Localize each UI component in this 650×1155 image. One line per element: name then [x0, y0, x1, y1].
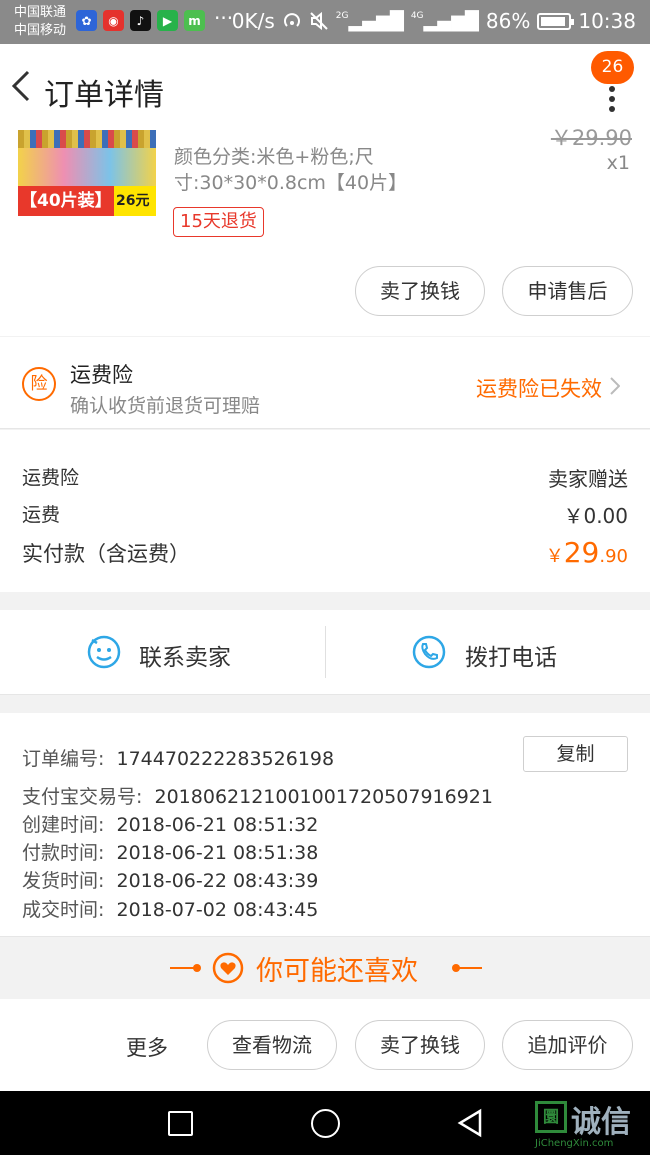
- order-info: 订单编号: 174470222283526198 复制 支付宝交易号: 2018…: [0, 713, 650, 937]
- app-header: 订单详情: [0, 44, 650, 130]
- sku-description: 颜色分类:米色+粉色;尺寸:30*30*0.8cm【40片】: [174, 146, 408, 194]
- system-status: 0K/s 2G▂▄▆█ 4G▂▄▆█ 86% 10:38: [232, 9, 636, 33]
- more-notifications-icon: ···: [214, 6, 234, 30]
- chat-smiley-icon: [87, 635, 121, 669]
- back-arrow-icon[interactable]: [8, 66, 38, 106]
- contact-seller-button[interactable]: 联系卖家: [0, 610, 325, 695]
- page-title: 订单详情: [44, 78, 164, 113]
- sell-for-cash-button-bottom[interactable]: 卖了换钱: [355, 1020, 485, 1070]
- sell-for-cash-button[interactable]: 卖了换钱: [355, 266, 485, 316]
- notification-icons: ✿ ◉ ♪ ▶ m: [76, 10, 205, 31]
- carrier-mobile: 中国移动: [14, 23, 67, 38]
- watermark-box: 圜: [535, 1101, 567, 1133]
- chevron-right-icon: [610, 377, 620, 395]
- copy-button[interactable]: 复制: [523, 736, 628, 772]
- video-app-icon: ▶: [157, 10, 178, 31]
- contact-bar: 联系卖家 拨打电话: [0, 610, 650, 695]
- shipping-fee-label: 运费: [22, 504, 61, 526]
- call-phone-label: 拨打电话: [465, 645, 557, 671]
- paid-time-row: 付款时间: 2018-06-21 08:51:38: [22, 842, 319, 864]
- carrier-unicom: 中国联通: [14, 5, 67, 20]
- status-bar: 中国联通 中国移动 ✿ ◉ ♪ ▶ m ··· 0K/s 2G▂▄▆█ 4G▂▄…: [0, 0, 650, 44]
- promo-price: 26元: [116, 193, 150, 209]
- system-nav-bar: 圜 诚信 JiChengXin.com: [0, 1091, 650, 1155]
- original-price: ￥29.90: [550, 126, 632, 150]
- insurance-fee-label: 运费险: [22, 467, 80, 489]
- signal-4g: 4G▂▄▆█: [410, 10, 479, 32]
- watermark-url: JiChengXin.com: [535, 1138, 614, 1149]
- network-speed: 0K/s: [231, 9, 275, 33]
- mute-icon: [310, 11, 328, 31]
- insurance-icon: 险: [22, 367, 56, 401]
- add-review-button[interactable]: 追加评价: [502, 1020, 633, 1070]
- wifi-hotspot-icon: [283, 13, 300, 27]
- order-number-row: 订单编号: 174470222283526198: [22, 748, 335, 770]
- battery-percent: 86%: [485, 9, 531, 33]
- paid-amount-label: 实付款（含运费）: [22, 542, 190, 566]
- completed-time-row: 成交时间: 2018-07-02 08:43:45: [22, 899, 319, 921]
- created-time-row: 创建时间: 2018-06-21 08:51:32: [22, 814, 319, 836]
- baidu-icon: ✿: [76, 10, 97, 31]
- product-thumbnail[interactable]: 【40片装】 26元: [18, 130, 156, 216]
- more-actions-button[interactable]: 更多: [126, 1032, 168, 1062]
- alipay-number-row: 支付宝交易号: 2018062121001001720507916921: [22, 786, 493, 808]
- view-logistics-button[interactable]: 查看物流: [207, 1020, 337, 1070]
- shipping-fee-value: ￥0.00: [563, 504, 628, 528]
- phone-icon: [412, 635, 446, 669]
- insurance-subtitle: 确认收货前退货可理赔: [70, 395, 261, 417]
- insurance-status: 运费险已失效: [476, 377, 602, 401]
- insurance-title: 运费险: [70, 363, 133, 387]
- paid-amount-value: ￥29.90: [545, 536, 628, 569]
- bottom-action-bar: 更多 查看物流 卖了换钱 追加评价: [0, 999, 650, 1091]
- price-summary: 运费险 卖家赠送 运费 ￥0.00 实付款（含运费） ￥29.90: [0, 430, 650, 592]
- product-card: 【40片装】 26元 ￥29.90 颜色分类:米色+粉色;尺寸:30*30*0.…: [0, 126, 650, 336]
- battery-icon: [537, 12, 575, 30]
- shipping-insurance-row[interactable]: 险 运费险 确认收货前退货可理赔 运费险已失效: [0, 337, 650, 429]
- m-app-icon: m: [184, 10, 205, 31]
- quantity: x1: [606, 152, 630, 174]
- promo-label: 【40片装】: [18, 186, 114, 216]
- clock: 10:38: [578, 9, 636, 33]
- insurance-fee-value: 卖家赠送: [548, 467, 628, 491]
- after-sale-button[interactable]: 申请售后: [502, 266, 633, 316]
- call-phone-button[interactable]: 拨打电话: [325, 610, 650, 695]
- carrier-info: 中国联通 中国移动: [14, 4, 66, 40]
- back-triangle-icon[interactable]: [456, 1108, 484, 1138]
- message-badge: 26: [591, 51, 634, 84]
- weibo-icon: ◉: [103, 10, 124, 31]
- recent-apps-icon[interactable]: [168, 1111, 193, 1136]
- alipay-number: 2018062121001001720507916921: [154, 786, 493, 808]
- contact-seller-label: 联系卖家: [139, 645, 231, 671]
- recommend-header: 你可能还喜欢: [0, 937, 650, 999]
- heart-icon: [212, 952, 244, 984]
- watermark-text: 诚信: [571, 1105, 631, 1140]
- signal-2g: 2G▂▄▆█: [335, 10, 404, 32]
- home-icon[interactable]: [311, 1109, 340, 1138]
- return-policy-tag: 15天退货: [173, 207, 264, 237]
- order-number: 174470222283526198: [116, 748, 335, 770]
- shipped-time-row: 发货时间: 2018-06-22 08:43:39: [22, 870, 319, 892]
- recommend-title: 你可能还喜欢: [256, 956, 418, 987]
- watermark: 圜 诚信 JiChengXin.com: [533, 1097, 648, 1153]
- douyin-icon: ♪: [130, 10, 151, 31]
